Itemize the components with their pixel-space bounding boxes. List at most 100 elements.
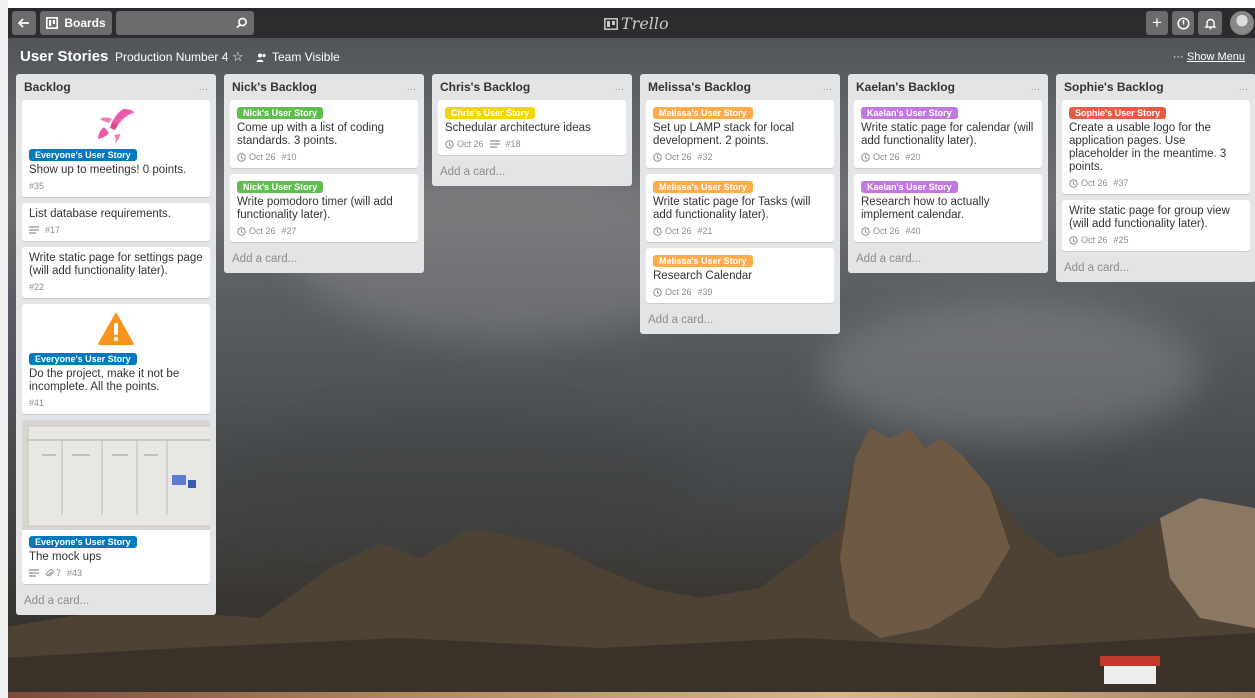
star-icon[interactable]: ☆ [232, 49, 244, 65]
card-badges: Oct 26 #10 [237, 152, 411, 162]
card-badges: Oct 26 #37 [1069, 178, 1243, 188]
add-card-button[interactable]: Add a card... [432, 161, 632, 186]
team-icon [256, 53, 266, 62]
card[interactable]: List database requirements. #17 [22, 203, 210, 241]
card[interactable]: Everyone's User Story The mock ups 7 #43 [22, 420, 210, 584]
list-menu-icon[interactable]: ... [615, 81, 624, 93]
add-button[interactable]: + [1146, 11, 1168, 35]
card-number: #43 [67, 568, 83, 578]
menu-dots: ··· [1172, 51, 1184, 63]
list-title[interactable]: Kaelan's Backlog [856, 80, 955, 94]
card-title: Show up to meetings! 0 points. [29, 164, 187, 176]
card[interactable]: Melissa's User Story Write static page fo… [646, 174, 834, 242]
list-header[interactable]: Sophie's Backlog... [1056, 74, 1255, 100]
due-date: Oct 26 [665, 226, 692, 236]
boards-button[interactable]: Boards [40, 11, 112, 35]
description-icon [29, 226, 39, 234]
card-title: Write static page for Tasks (will add fu… [653, 196, 811, 221]
visibility-button[interactable]: Team Visible [256, 50, 340, 64]
card[interactable]: Sophie's User Story Create a usable logo … [1062, 100, 1250, 194]
list-menu-icon[interactable]: ... [407, 81, 416, 93]
clock-icon [653, 287, 662, 297]
list-title[interactable]: Nick's Backlog [232, 80, 317, 94]
card-badges: #22 [29, 282, 203, 292]
card-label: Kaelan's User Story [861, 107, 958, 119]
add-card-button[interactable]: Add a card... [16, 590, 216, 615]
card-badges: Oct 26 #18 [445, 139, 619, 149]
card-title: Schedular architecture ideas [445, 122, 591, 134]
clock-icon [237, 226, 246, 236]
search-box[interactable] [116, 11, 254, 37]
notifications-button[interactable] [1198, 11, 1222, 35]
info-button[interactable] [1172, 11, 1194, 35]
list-header[interactable]: Nick's Backlog... [224, 74, 424, 100]
warning-icon [29, 309, 203, 349]
trello-logo[interactable]: Trello [604, 14, 669, 33]
boards-icon [46, 17, 59, 29]
card-badges: Oct 26 #27 [237, 226, 411, 236]
search-icon[interactable] [236, 17, 248, 29]
show-menu-button[interactable]: ··· Show Menu [1173, 51, 1245, 63]
list-title[interactable]: Chris's Backlog [440, 80, 530, 94]
clock-icon [653, 226, 662, 236]
card[interactable]: Everyone's User Story Show up to meetings… [22, 100, 210, 197]
description-icon [29, 569, 39, 577]
list-menu-icon[interactable]: ... [1239, 81, 1248, 93]
card-label: Nick's User Story [237, 181, 324, 193]
card-label: Kaelan's User Story [861, 181, 958, 193]
due-date: Oct 26 [665, 287, 692, 297]
add-card-button[interactable]: Add a card... [848, 248, 1048, 273]
clock-icon [653, 152, 662, 162]
add-card-button[interactable]: Add a card... [224, 248, 424, 273]
card-title: Research Calendar [653, 270, 753, 282]
search-input[interactable] [116, 11, 234, 37]
card-badges: #17 [29, 225, 203, 235]
due-date: Oct 26 [249, 226, 276, 236]
list-menu-icon[interactable]: ... [199, 81, 208, 93]
card-label: Melissa's User Story [653, 107, 753, 119]
list-header[interactable]: Melissa's Backlog... [640, 74, 840, 100]
user-avatar[interactable] [1230, 11, 1254, 35]
card[interactable]: Nick's User Story Write pomodoro timer (w… [230, 174, 418, 242]
card-title: Write static page for group view (will a… [1069, 205, 1230, 230]
board-org[interactable]: Production Number 4 [115, 50, 228, 64]
list-title[interactable]: Backlog [24, 80, 71, 94]
add-card-button[interactable]: Add a card... [1056, 257, 1255, 282]
due-date: Oct 26 [873, 152, 900, 162]
card[interactable]: Kaelan's User Story Write static page for… [854, 100, 1042, 168]
due-date: Oct 26 [249, 152, 276, 162]
list-title[interactable]: Sophie's Backlog [1064, 80, 1164, 94]
list-header[interactable]: Chris's Backlog... [432, 74, 632, 100]
card-title: Write static page for calendar (will add… [861, 122, 1034, 147]
board-title[interactable]: User Stories [20, 48, 108, 65]
card-badges: Oct 26 #21 [653, 226, 827, 236]
card[interactable]: Kaelan's User Story Research how to actua… [854, 174, 1042, 242]
card-number: #22 [29, 282, 45, 292]
list-title[interactable]: Melissa's Backlog [648, 80, 751, 94]
card[interactable]: Melissa's User Story Research Calendar Oct… [646, 248, 834, 303]
list-menu-icon[interactable]: ... [1031, 81, 1040, 93]
card-number: #41 [29, 398, 45, 408]
card[interactable]: Write static page for group view (will a… [1062, 200, 1250, 251]
board-header: User Stories Production Number 4 ☆ Team … [8, 46, 1255, 70]
attachment-count: 7 [56, 568, 62, 578]
card-number: #21 [697, 226, 713, 236]
card[interactable]: Everyone's User Story Do the project, mak… [22, 304, 210, 414]
clock-icon [445, 139, 454, 149]
card[interactable]: Write static page for settings page (wil… [22, 247, 210, 298]
card-badges: Oct 26 #32 [653, 152, 827, 162]
list-header[interactable]: Backlog... [16, 74, 216, 100]
card[interactable]: Chris's User Story Schedular architecture… [438, 100, 626, 155]
add-card-button[interactable]: Add a card... [640, 309, 840, 334]
mockup-image [22, 420, 210, 530]
list-header[interactable]: Kaelan's Backlog... [848, 74, 1048, 100]
card-number: #10 [281, 152, 297, 162]
attachment-icon [45, 568, 54, 577]
card[interactable]: Nick's User Story Come up with a list of … [230, 100, 418, 168]
list-menu-icon[interactable]: ... [823, 81, 832, 93]
arrow-left-icon [18, 18, 29, 28]
card-title: Set up LAMP stack for local development.… [653, 122, 795, 147]
card-badges: #41 [29, 398, 203, 408]
back-button[interactable] [12, 11, 36, 35]
card[interactable]: Melissa's User Story Set up LAMP stack fo… [646, 100, 834, 168]
